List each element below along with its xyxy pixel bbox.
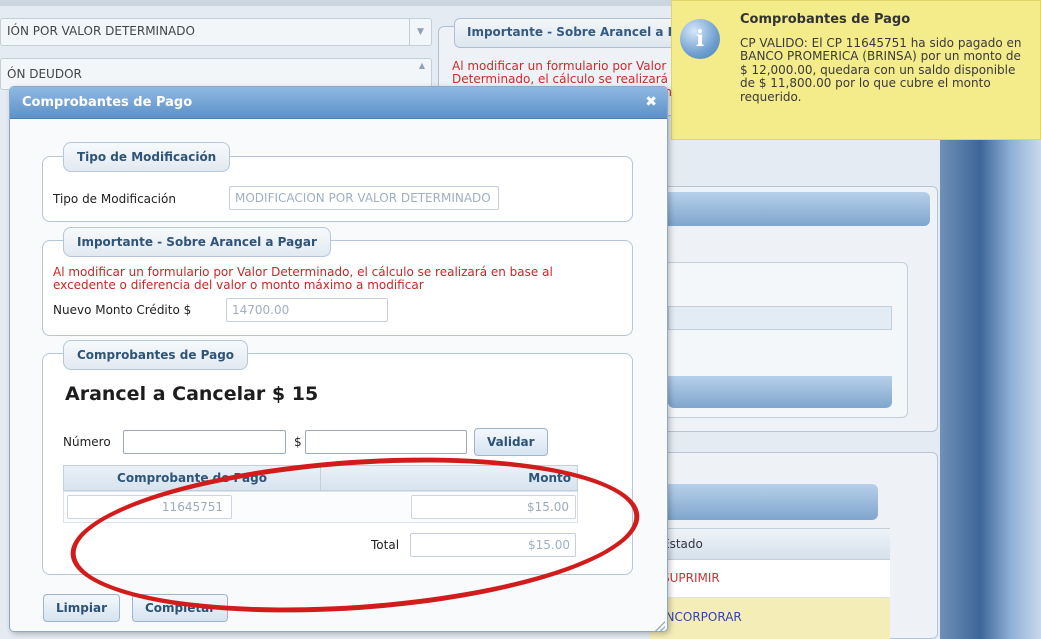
bg-estado-header: Estado <box>650 528 890 560</box>
bg-row-incorporar[interactable]: INCORPORAR <box>650 598 890 639</box>
grid-header: Comprobante de Pago Monto <box>63 465 578 491</box>
monto-cell[interactable]: $15.00 <box>411 495 576 519</box>
tipo-modificacion-field[interactable]: MODIFICACION POR VALOR DETERMINADO <box>229 186 499 210</box>
completar-button[interactable]: Completar <box>132 594 229 622</box>
info-icon: i <box>680 19 720 59</box>
bg-panel-bottom-header <box>660 484 878 520</box>
grid-header-comprobante[interactable]: Comprobante de Pago <box>64 466 321 490</box>
background-decoration <box>940 140 1041 639</box>
monto-currency-label: $ <box>294 435 302 449</box>
validar-button[interactable]: Validar <box>474 428 548 456</box>
bg-inner-row <box>668 306 892 330</box>
numero-label: Número <box>63 435 111 449</box>
bg-tipo-select-value: IÓN POR VALOR DETERMINADO <box>7 24 195 38</box>
notification-popup: i Comprobantes de Pago CP VALIDO: El CP … <box>671 0 1041 140</box>
dialog-titlebar[interactable]: Comprobantes de Pago ✖ <box>10 87 667 119</box>
scroll-up-icon[interactable]: ▲ <box>415 61 429 87</box>
grid-header-monto[interactable]: Monto <box>322 466 577 490</box>
total-label: Total <box>371 538 400 552</box>
tipo-modificacion-label: Tipo de Modificación <box>53 192 176 206</box>
dialog-body: Tipo de Modificación Tipo de Modificació… <box>10 120 667 631</box>
bg-row-suprimir[interactable]: SUPRIMIR <box>650 560 890 598</box>
total-field[interactable]: $15.00 <box>410 533 576 557</box>
monto-input[interactable] <box>305 430 467 454</box>
comprobante-cell[interactable]: 11645751 <box>67 495 232 519</box>
bg-deudor-select-value: ÓN DEUDOR <box>7 67 82 81</box>
importante-warning: Al modificar un formulario por Valor Det… <box>53 265 553 292</box>
nuevo-monto-credito-field[interactable]: 14700.00 <box>226 298 388 322</box>
chevron-down-icon[interactable]: ▼ <box>409 19 431 45</box>
limpiar-button[interactable]: Limpiar <box>43 594 120 622</box>
dialog-title: Comprobantes de Pago <box>22 95 193 110</box>
comprobantes-dialog: Comprobantes de Pago ✖ Tipo de Modificac… <box>9 86 668 632</box>
nuevo-monto-credito-label: Nuevo Monto Crédito $ <box>53 303 192 317</box>
close-icon[interactable]: ✖ <box>645 94 657 110</box>
resize-grip-icon[interactable] <box>655 621 665 631</box>
notification-title: Comprobantes de Pago <box>740 12 911 27</box>
bg-panel-header <box>660 192 930 226</box>
bg-tipo-select[interactable]: IÓN POR VALOR DETERMINADO ▼ <box>0 18 432 46</box>
importante-legend: Importante - Sobre Arancel a Pagar <box>63 227 331 257</box>
tipo-modificacion-legend: Tipo de Modificación <box>63 142 231 172</box>
notification-body: CP VALIDO: El CP 11645751 ha sido pagado… <box>740 36 1022 104</box>
comprobantes-legend: Comprobantes de Pago <box>63 340 249 370</box>
arancel-title: Arancel a Cancelar $ 15 <box>65 383 319 405</box>
bg-inner-footer <box>668 376 892 408</box>
numero-input[interactable] <box>123 430 286 454</box>
table-row[interactable]: 11645751 $15.00 <box>63 491 578 523</box>
